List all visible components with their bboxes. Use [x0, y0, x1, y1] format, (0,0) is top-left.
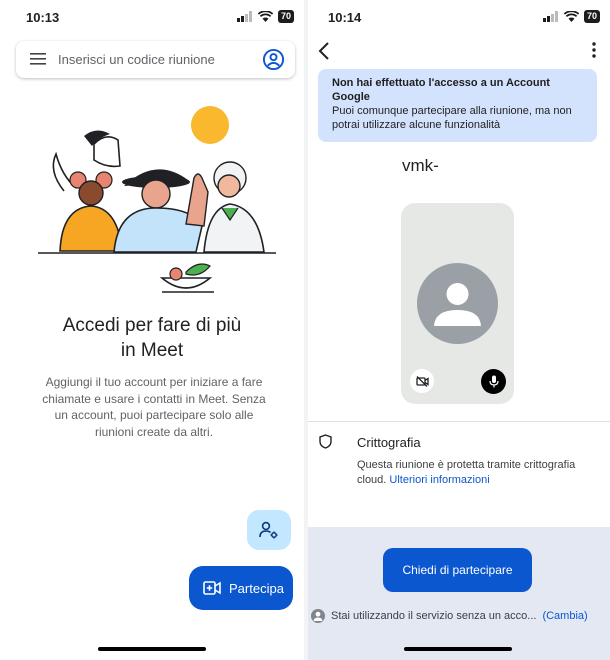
status-time: 10:13: [26, 10, 60, 25]
person-settings-icon: [259, 521, 278, 539]
camera-toggle-button[interactable]: [410, 369, 434, 393]
meeting-code-search-bar[interactable]: Inserisci un codice riunione: [16, 41, 295, 78]
top-app-bar: [308, 38, 610, 66]
section-divider: [308, 421, 610, 422]
join-panel: Chiedi di partecipare Stai utilizzando i…: [308, 527, 610, 660]
banner-title: Non hai effettuato l'accesso a un Accoun…: [332, 77, 550, 103]
ask-to-join-button[interactable]: Chiedi di partecipare: [383, 548, 532, 592]
join-meeting-button[interactable]: Partecipa: [189, 566, 293, 610]
encryption-description: Questa riunione è protetta tramite critt…: [357, 458, 587, 488]
status-icons: 70: [542, 10, 600, 23]
not-signed-in-banner: Non hai effettuato l'accesso a un Accoun…: [318, 69, 597, 142]
home-indicator: [404, 647, 512, 651]
guest-mode-text: Stai utilizzando il servizio senza un ac…: [331, 610, 537, 622]
encryption-title: Crittografia: [357, 435, 421, 450]
person-icon: [434, 283, 481, 326]
wifi-icon: [257, 11, 273, 22]
hamburger-icon[interactable]: [30, 52, 46, 66]
manage-accounts-button[interactable]: [247, 510, 291, 550]
sign-in-title: Accedi per fare di più in Meet: [0, 313, 304, 363]
shield-icon: [319, 434, 332, 449]
account-circle-icon[interactable]: [262, 48, 285, 71]
left-screen: 10:13 70 Inserisci un codice riunione Ac…: [0, 0, 304, 660]
guest-mode-row: Stai utilizzando il servizio senza un ac…: [311, 609, 588, 623]
people-illustration: [38, 106, 276, 293]
meeting-code: vmk-: [402, 156, 439, 175]
sign-in-description: Aggiungi il tuo account per iniziare a f…: [42, 375, 266, 439]
learn-more-link[interactable]: Ulteriori informazioni: [389, 474, 489, 486]
status-bar: 10:13 70: [0, 0, 304, 34]
home-indicator: [98, 647, 206, 651]
guest-avatar-icon: [311, 609, 325, 623]
signal-icon: [542, 11, 558, 22]
status-bar: 10:14 70: [308, 0, 610, 34]
user-avatar: [417, 263, 498, 344]
camera-preview: [401, 203, 514, 404]
join-button-label: Partecipa: [229, 580, 284, 596]
video-add-icon: [203, 581, 221, 595]
right-screen: 10:14 70 Non hai effettuato l'accesso a …: [308, 0, 610, 660]
battery-indicator: 70: [583, 10, 600, 23]
status-icons: 70: [236, 10, 294, 23]
camera-off-icon: [415, 375, 429, 387]
change-account-link[interactable]: (Cambia): [542, 610, 587, 622]
more-vert-icon[interactable]: [592, 42, 596, 58]
sign-in-title-line1: Accedi per fare di più: [62, 315, 242, 336]
sign-in-title-line2: in Meet: [120, 340, 184, 361]
wifi-icon: [563, 11, 579, 22]
banner-body: Puoi comunque partecipare alla riunione,…: [332, 105, 572, 131]
battery-indicator: 70: [277, 10, 294, 23]
search-placeholder[interactable]: Inserisci un codice riunione: [58, 52, 215, 67]
microphone-toggle-button[interactable]: [481, 369, 506, 394]
back-arrow-icon[interactable]: [316, 41, 332, 61]
microphone-icon: [488, 375, 499, 388]
status-time: 10:14: [328, 10, 362, 25]
signal-icon: [236, 11, 252, 22]
